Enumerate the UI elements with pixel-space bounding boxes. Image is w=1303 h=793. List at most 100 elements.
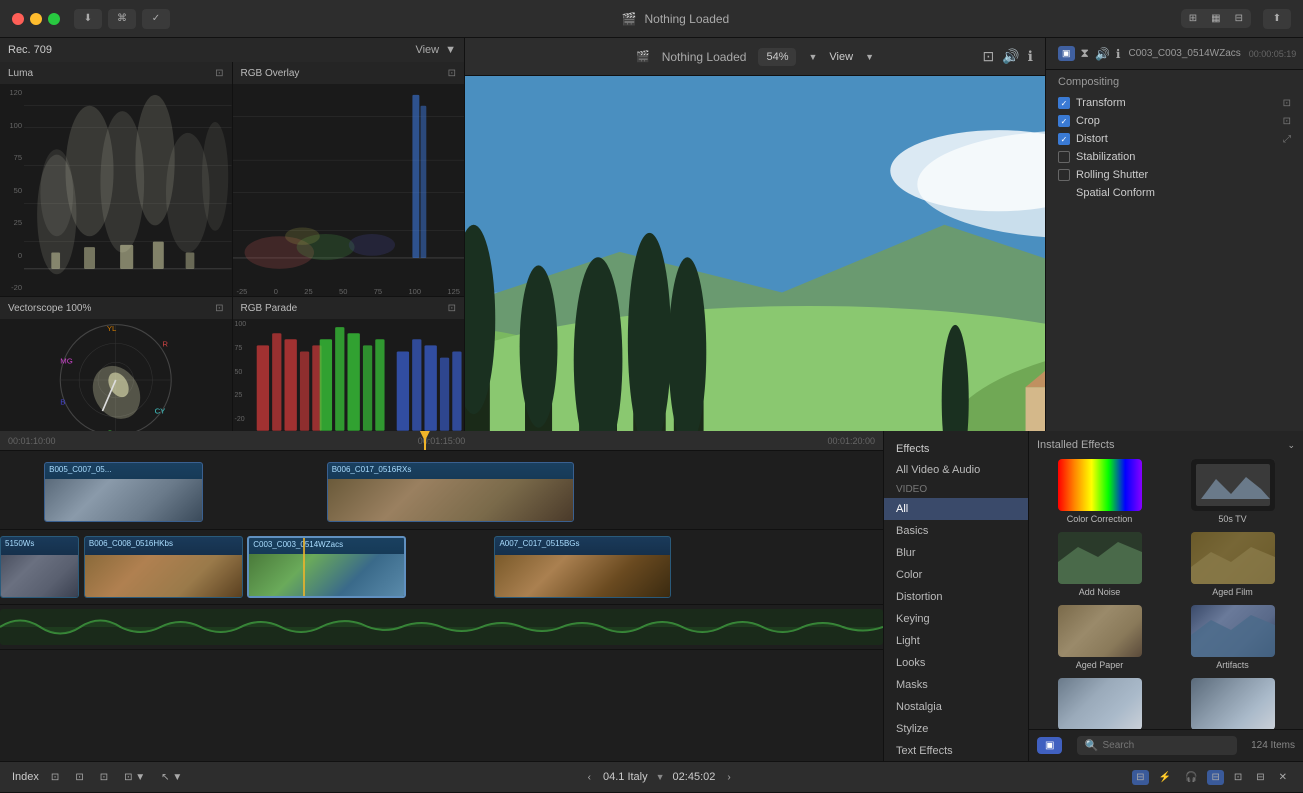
layout-btn-2[interactable]: ▦: [1205, 11, 1226, 26]
inspector-distort-left: ✓ Distort: [1058, 133, 1108, 145]
audio-waveform-svg: [0, 609, 883, 645]
effects-search-bar[interactable]: 🔍: [1077, 736, 1237, 755]
film-icon: 🎬: [622, 12, 637, 26]
distort-expand-icon[interactable]: ⤢: [1283, 134, 1291, 145]
tl-prev-btn[interactable]: ‹: [584, 770, 595, 785]
tl-audio-btn[interactable]: ⚡: [1155, 770, 1175, 785]
effect-aged-film[interactable]: Aged Film: [1170, 532, 1295, 597]
effects-grid-container: Installed Effects ⌄ Color Correction: [1029, 431, 1303, 761]
luma-export-icon[interactable]: ⊡: [215, 68, 223, 79]
audio-track-row: [0, 605, 883, 650]
effects-cat-distortion[interactable]: Distortion: [884, 586, 1028, 608]
effect-extra-2[interactable]: [1170, 678, 1295, 729]
layout-btn-1[interactable]: ⊞: [1183, 11, 1203, 26]
effects-cat-all[interactable]: All: [884, 498, 1028, 520]
clip-a007[interactable]: A007_C017_0515BGs: [494, 536, 671, 598]
view-button[interactable]: View: [415, 44, 439, 56]
tl-btn-3[interactable]: ⊡: [96, 770, 112, 785]
audio-inspector-icon[interactable]: 🔊: [1095, 47, 1110, 61]
scopes-bottom-row: Vectorscope 100% ⊡ R YL: [0, 297, 464, 442]
view-button[interactable]: View: [829, 51, 853, 63]
viewer-scope-icon[interactable]: ⊡: [983, 48, 995, 65]
clip-b006-rxs[interactable]: B006_C017_0516RXs: [327, 462, 574, 522]
effects-cat-stylize[interactable]: Stylize: [884, 718, 1028, 740]
minimize-button[interactable]: [30, 13, 42, 25]
clip-5150ws[interactable]: 5150Ws: [0, 536, 79, 598]
effect-color-correction[interactable]: Color Correction: [1037, 459, 1162, 524]
tl-zoom-btn[interactable]: ⊟: [1207, 770, 1223, 785]
vectorscope-export-icon[interactable]: ⊡: [215, 303, 223, 314]
close-button[interactable]: [12, 13, 24, 25]
playhead[interactable]: [424, 431, 426, 450]
filter-icon[interactable]: ⧗: [1081, 46, 1089, 61]
effects-cat-keying[interactable]: Keying: [884, 608, 1028, 630]
effect-artifacts[interactable]: Artifacts: [1170, 605, 1295, 670]
search-input[interactable]: [1102, 740, 1228, 751]
effects-cat-masks[interactable]: Masks: [884, 674, 1028, 696]
audio-clip[interactable]: [0, 609, 883, 645]
effect-color-correction-label: Color Correction: [1067, 514, 1133, 524]
viewer-audio-icon[interactable]: 🔊: [1002, 48, 1019, 65]
crop-expand-icon[interactable]: ⊡: [1283, 116, 1291, 127]
vectorscope-svg: R YL MG B G CY: [0, 319, 232, 441]
effects-cat-color[interactable]: Color: [884, 564, 1028, 586]
info-inspector-icon[interactable]: ℹ: [1116, 47, 1121, 61]
compositing-title: Compositing: [1058, 76, 1291, 88]
check-icon[interactable]: ✓: [142, 9, 170, 29]
tl-btn-1[interactable]: ⊡: [47, 770, 63, 785]
tl-btn-2[interactable]: ⊡: [71, 770, 87, 785]
layout-btn-3[interactable]: ⊟: [1229, 11, 1249, 26]
effect-aged-film-thumb: [1191, 532, 1275, 584]
effects-cat-nostalgia[interactable]: Nostalgia: [884, 696, 1028, 718]
rgb-parade-export-icon[interactable]: ⊡: [448, 303, 456, 314]
video-icon[interactable]: ▣: [1058, 46, 1075, 61]
fullscreen-button[interactable]: [48, 13, 60, 25]
vectorscope-header: Vectorscope 100% ⊡: [0, 297, 232, 319]
zoom-button[interactable]: 54%: [758, 48, 796, 66]
export-icon[interactable]: ⬆: [1263, 9, 1291, 29]
tl-expand-btn[interactable]: ⊟: [1252, 770, 1268, 785]
tl-close-btn[interactable]: ✕: [1275, 770, 1291, 785]
vectorscope-panel: Vectorscope 100% ⊡ R YL: [0, 297, 233, 441]
clip-5150ws-thumb: [1, 555, 78, 597]
effect-50s-tv[interactable]: 50s TV: [1170, 459, 1295, 524]
tl-clip-btn[interactable]: ⊡: [1230, 770, 1246, 785]
effects-video-button[interactable]: ▣: [1037, 737, 1062, 754]
effects-cat-blur[interactable]: Blur: [884, 542, 1028, 564]
transform-expand-icon[interactable]: ⊡: [1283, 98, 1291, 109]
tl-headphone-btn[interactable]: 🎧: [1181, 770, 1201, 785]
effects-cat-basics[interactable]: Basics: [884, 520, 1028, 542]
tl-select-tool[interactable]: ↖ ▼: [157, 770, 186, 785]
effect-add-noise[interactable]: Add Noise: [1037, 532, 1162, 597]
effect-aged-paper[interactable]: Aged Paper: [1037, 605, 1162, 670]
effect-extra-1[interactable]: [1037, 678, 1162, 729]
effects-cat-text-effects[interactable]: Text Effects: [884, 740, 1028, 762]
clip-c003-selected[interactable]: C003_C003_0514WZacs: [247, 536, 406, 598]
titlebar-right: ⊞ ▦ ⊟ ⬆: [1181, 9, 1291, 29]
stabilization-checkbox[interactable]: [1058, 151, 1070, 163]
noise-svg: [1058, 532, 1142, 584]
effects-cat-looks[interactable]: Looks: [884, 652, 1028, 674]
timeline[interactable]: 00:01:10:00 00:01:15:00 00:01:20:00 B005…: [0, 431, 883, 761]
index-tab[interactable]: Index: [12, 771, 39, 783]
key-icon[interactable]: ⌘: [108, 9, 136, 29]
download-icon[interactable]: ⬇: [74, 9, 102, 29]
clip-b006-hkbs[interactable]: B006_C008_0516HKbs: [84, 536, 243, 598]
effects-cat-light[interactable]: Light: [884, 630, 1028, 652]
rgb-overlay-export-icon[interactable]: ⊡: [448, 68, 456, 79]
tl-zoom-out[interactable]: ⊟: [1132, 770, 1148, 785]
distort-checkbox[interactable]: ✓: [1058, 133, 1070, 145]
crop-checkbox[interactable]: ✓: [1058, 115, 1070, 127]
transform-checkbox[interactable]: ✓: [1058, 97, 1070, 109]
tl-btn-4[interactable]: ⊡ ▼: [120, 770, 149, 785]
artifacts-svg: [1191, 605, 1275, 657]
clip-playhead: [303, 538, 305, 596]
tl-next-btn[interactable]: ›: [723, 770, 734, 785]
clip-b005[interactable]: B005_C007_05...: [44, 462, 203, 522]
effects-cat-all-video[interactable]: All Video & Audio: [884, 459, 1028, 481]
upper-clip-row: B005_C007_05... B006_C017_0516RXs: [0, 455, 883, 530]
rolling-shutter-checkbox[interactable]: [1058, 169, 1070, 181]
inspector-crop: ✓ Crop ⊡: [1058, 112, 1291, 130]
viewer-info-icon[interactable]: ℹ: [1028, 48, 1033, 65]
effect-artifacts-label: Artifacts: [1216, 660, 1249, 670]
